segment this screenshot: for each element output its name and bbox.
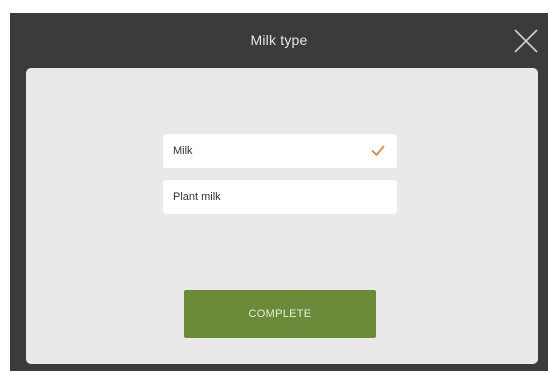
milk-type-dialog: Milk type Milk Plant milk COMPLETE (10, 13, 548, 371)
dialog-header: Milk type (10, 13, 548, 69)
checkmark-icon (371, 145, 385, 156)
option-label: Milk (173, 145, 193, 157)
close-icon (514, 29, 538, 53)
option-plant-milk[interactable]: Plant milk (163, 180, 397, 214)
option-label: Plant milk (173, 191, 221, 203)
complete-button[interactable]: COMPLETE (184, 290, 376, 338)
option-milk[interactable]: Milk (163, 134, 397, 168)
options-panel: Milk Plant milk COMPLETE (26, 68, 538, 364)
close-button[interactable] (512, 27, 540, 55)
dialog-title: Milk type (250, 32, 308, 48)
